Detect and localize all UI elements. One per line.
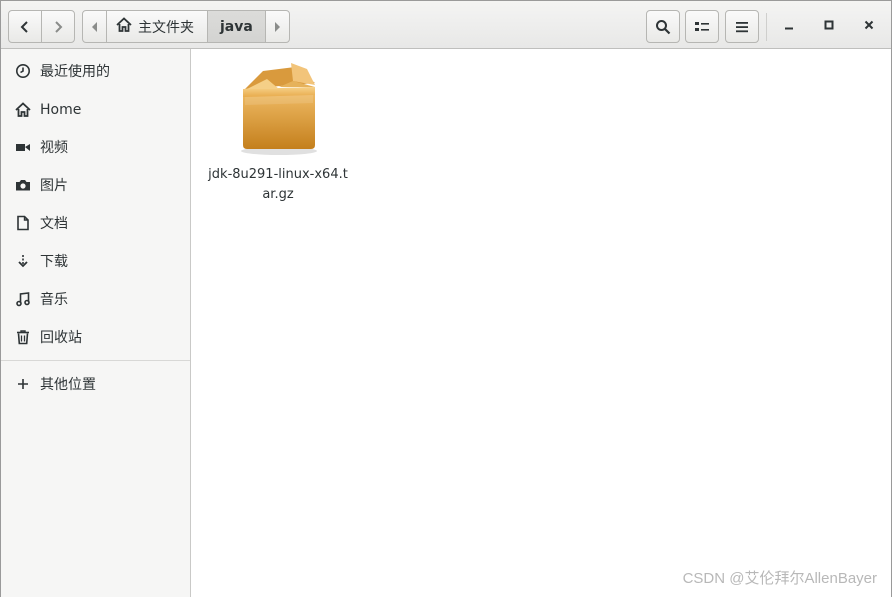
recent-clock-icon [15, 63, 31, 79]
sidebar-item-label: 其他位置 [40, 377, 96, 393]
close-icon [864, 18, 874, 34]
sidebar: 最近使用的 Home 视频 图片 文档 下载 音乐 回收站 其他位置 [1, 49, 191, 597]
sidebar-item-downloads[interactable]: 下载 [1, 243, 190, 279]
sidebar-item-documents[interactable]: 文档 [1, 205, 190, 241]
list-view-icon [695, 21, 709, 33]
minimize-icon [784, 18, 794, 34]
document-icon [15, 215, 31, 231]
sidebar-item-label: 图片 [40, 178, 68, 194]
path-scroll-right-button[interactable] [264, 11, 289, 42]
sidebar-item-label: 最近使用的 [40, 64, 110, 80]
sidebar-item-label: 回收站 [40, 330, 82, 346]
header-bar: 主文件夹 java [1, 1, 891, 49]
path-home-label: 主文件夹 [138, 19, 194, 36]
forward-button[interactable] [41, 10, 75, 43]
sidebar-item-label: 下载 [40, 254, 68, 270]
maximize-button[interactable] [816, 13, 842, 39]
path-home-button[interactable]: 主文件夹 [107, 11, 208, 42]
home-icon [15, 102, 31, 118]
close-button[interactable] [856, 13, 882, 39]
video-camera-icon [15, 139, 31, 155]
path-current-label: java [220, 18, 253, 35]
camera-icon [15, 177, 31, 193]
maximize-icon [824, 18, 834, 34]
path-scroll-left-button[interactable] [83, 11, 107, 42]
package-box-icon [233, 59, 323, 159]
header-separator [766, 13, 767, 41]
chevron-left-icon [19, 20, 31, 34]
chevron-right-icon [52, 20, 64, 34]
sidebar-separator [1, 360, 190, 361]
menu-button[interactable] [725, 10, 759, 43]
watermark: CSDN @艾伦拜尔AllenBayer [682, 570, 877, 587]
sidebar-item-label: 文档 [40, 216, 68, 232]
home-icon [116, 16, 132, 37]
sidebar-item-home[interactable]: Home [1, 92, 190, 128]
plus-icon [15, 376, 31, 392]
view-mode-button[interactable] [685, 10, 719, 43]
sidebar-item-trash[interactable]: 回收站 [1, 319, 190, 355]
sidebar-item-videos[interactable]: 视频 [1, 129, 190, 165]
minimize-button[interactable] [776, 13, 802, 39]
sidebar-item-label: Home [40, 102, 82, 118]
path-current-button[interactable]: java [208, 11, 265, 42]
sidebar-item-label: 音乐 [40, 292, 68, 308]
sidebar-item-recent[interactable]: 最近使用的 [1, 53, 190, 89]
music-note-icon [15, 291, 31, 307]
sidebar-item-pictures[interactable]: 图片 [1, 167, 190, 203]
search-button[interactable] [646, 10, 680, 43]
sidebar-item-label: 视频 [40, 140, 68, 156]
sidebar-item-other-locations[interactable]: 其他位置 [1, 366, 190, 402]
hamburger-menu-icon [736, 21, 748, 33]
file-manager-window: 主文件夹 java 最近使用的 Home 视频 图片 文档 下载 音乐 回收站 … [0, 0, 892, 597]
file-item[interactable]: jdk-8u291-linux-x64.tar.gz [205, 59, 351, 205]
trash-icon [15, 329, 31, 345]
file-name: jdk-8u291-linux-x64.tar.gz [208, 167, 348, 202]
back-button[interactable] [8, 10, 42, 43]
sidebar-item-music[interactable]: 音乐 [1, 281, 190, 317]
path-bar: 主文件夹 java [82, 10, 290, 43]
file-view[interactable]: jdk-8u291-linux-x64.tar.gz [191, 49, 891, 597]
search-icon [655, 19, 671, 35]
download-arrow-icon [15, 253, 31, 269]
